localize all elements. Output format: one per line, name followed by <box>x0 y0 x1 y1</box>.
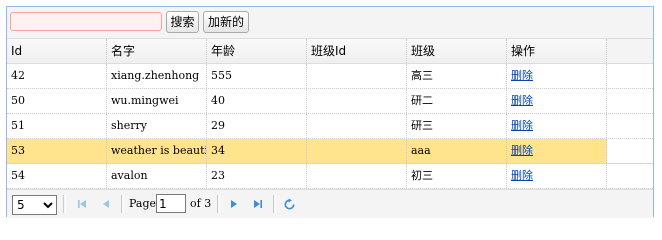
table-row[interactable]: 54 avalon 23 初三 删除 <box>7 164 653 189</box>
cell-action: 删除 <box>507 89 607 113</box>
cell-action: 删除 <box>507 164 607 188</box>
refresh-icon[interactable] <box>282 197 296 211</box>
cell-age: 40 <box>207 89 307 113</box>
cell-age: 555 <box>207 64 307 88</box>
first-page-icon[interactable] <box>75 197 89 211</box>
data-grid: Id 名字 年龄 班级Id 班级 操作 42 xiang.zhenhong 55… <box>7 39 653 189</box>
table-row[interactable]: 51 sherry 29 研三 删除 <box>7 114 653 139</box>
cell-id: 54 <box>7 164 107 188</box>
page-size-select[interactable]: 5 <box>12 195 57 215</box>
header-filler <box>607 39 653 63</box>
page-count-label: of 3 <box>190 197 212 210</box>
cell-name: xiang.zhenhong <box>107 64 207 88</box>
next-page-icon[interactable] <box>227 197 241 211</box>
grid-header: Id 名字 年龄 班级Id 班级 操作 <box>7 39 653 64</box>
cell-id: 42 <box>7 64 107 88</box>
column-header-action[interactable]: 操作 <box>507 39 607 63</box>
cell-class-id <box>307 89 407 113</box>
delete-link[interactable]: 删除 <box>511 94 533 107</box>
column-header-class-id[interactable]: 班级Id <box>307 39 407 63</box>
column-header-class[interactable]: 班级 <box>407 39 507 63</box>
last-page-icon[interactable] <box>251 197 265 211</box>
table-row[interactable]: 50 wu.mingwei 40 研二 删除 <box>7 89 653 114</box>
cell-age: 29 <box>207 114 307 138</box>
column-header-age[interactable]: 年龄 <box>207 39 307 63</box>
column-header-id[interactable]: Id <box>7 39 107 63</box>
cell-action: 删除 <box>507 64 607 88</box>
separator <box>217 195 220 213</box>
cell-name: wu.mingwei <box>107 89 207 113</box>
separator <box>121 195 124 213</box>
datagrid-panel: 搜索 加新的 Id 名字 年龄 班级Id 班级 操作 42 xiang.zhen… <box>6 6 654 218</box>
cell-class: 初三 <box>407 164 507 188</box>
table-row-selected[interactable]: 53 weather is beautiful 34 aaa 删除 <box>7 139 653 164</box>
cell-age: 23 <box>207 164 307 188</box>
cell-class: 研二 <box>407 89 507 113</box>
cell-class-id <box>307 64 407 88</box>
separator <box>63 195 66 213</box>
delete-link[interactable]: 删除 <box>511 144 533 157</box>
cell-id: 53 <box>7 139 107 163</box>
toolbar: 搜索 加新的 <box>7 7 653 39</box>
cell-id: 50 <box>7 89 107 113</box>
row-filler <box>607 114 653 138</box>
column-header-name[interactable]: 名字 <box>107 39 207 63</box>
row-filler <box>607 139 653 163</box>
table-row[interactable]: 42 xiang.zhenhong 555 高三 删除 <box>7 64 653 89</box>
cell-age: 34 <box>207 139 307 163</box>
cell-action: 删除 <box>507 114 607 138</box>
cell-id: 51 <box>7 114 107 138</box>
search-input[interactable] <box>10 12 162 31</box>
cell-class-id <box>307 139 407 163</box>
delete-link[interactable]: 删除 <box>511 69 533 82</box>
prev-page-icon[interactable] <box>99 197 113 211</box>
cell-action: 删除 <box>507 139 607 163</box>
page-label: Page <box>129 197 157 210</box>
delete-link[interactable]: 删除 <box>511 119 533 132</box>
delete-link[interactable]: 删除 <box>511 169 533 182</box>
cell-name: sherry <box>107 114 207 138</box>
cell-class: aaa <box>407 139 507 163</box>
pagination-bar: 5 Page of 3 <box>7 189 653 218</box>
cell-name: weather is beautiful <box>107 139 207 163</box>
row-filler <box>607 164 653 188</box>
cell-class: 研三 <box>407 114 507 138</box>
cell-class-id <box>307 114 407 138</box>
row-filler <box>607 89 653 113</box>
cell-class: 高三 <box>407 64 507 88</box>
row-filler <box>607 64 653 88</box>
cell-class-id <box>307 164 407 188</box>
separator <box>273 195 276 213</box>
cell-name: avalon <box>107 164 207 188</box>
current-page-input[interactable] <box>156 194 186 213</box>
add-new-button[interactable]: 加新的 <box>203 11 249 33</box>
search-button[interactable]: 搜索 <box>166 11 199 33</box>
